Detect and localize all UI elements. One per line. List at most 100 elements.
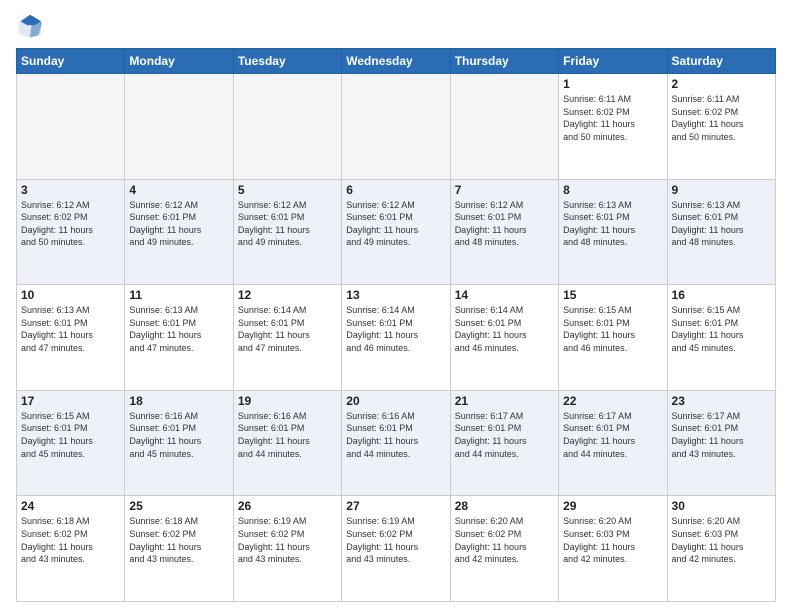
day-info: Sunrise: 6:13 AM Sunset: 6:01 PM Dayligh… xyxy=(129,304,228,354)
day-info: Sunrise: 6:15 AM Sunset: 6:01 PM Dayligh… xyxy=(563,304,662,354)
calendar-cell: 21 Sunrise: 6:17 AM Sunset: 6:01 PM Dayli… xyxy=(450,390,558,496)
day-info: Sunrise: 6:19 AM Sunset: 6:02 PM Dayligh… xyxy=(238,515,337,565)
day-number: 28 xyxy=(455,499,554,513)
day-info: Sunrise: 6:14 AM Sunset: 6:01 PM Dayligh… xyxy=(455,304,554,354)
day-info: Sunrise: 6:13 AM Sunset: 6:01 PM Dayligh… xyxy=(563,199,662,249)
calendar-cell: 26 Sunrise: 6:19 AM Sunset: 6:02 PM Dayli… xyxy=(233,496,341,602)
day-number: 27 xyxy=(346,499,445,513)
day-number: 15 xyxy=(563,288,662,302)
calendar-week-row: 10 Sunrise: 6:13 AM Sunset: 6:01 PM Dayli… xyxy=(17,285,776,391)
day-info: Sunrise: 6:17 AM Sunset: 6:01 PM Dayligh… xyxy=(672,410,771,460)
day-info: Sunrise: 6:11 AM Sunset: 6:02 PM Dayligh… xyxy=(672,93,771,143)
day-info: Sunrise: 6:20 AM Sunset: 6:03 PM Dayligh… xyxy=(563,515,662,565)
day-info: Sunrise: 6:16 AM Sunset: 6:01 PM Dayligh… xyxy=(238,410,337,460)
day-of-week-header: Sunday xyxy=(17,49,125,74)
calendar-cell: 7Sunrise: 6:12 AM Sunset: 6:01 PM Daylig… xyxy=(450,179,558,285)
day-info: Sunrise: 6:12 AM Sunset: 6:01 PM Dayligh… xyxy=(238,199,337,249)
day-number: 25 xyxy=(129,499,228,513)
day-number: 20 xyxy=(346,394,445,408)
day-number: 16 xyxy=(672,288,771,302)
day-info: Sunrise: 6:18 AM Sunset: 6:02 PM Dayligh… xyxy=(129,515,228,565)
calendar-cell xyxy=(342,74,450,180)
day-of-week-header: Friday xyxy=(559,49,667,74)
calendar-week-row: 17Sunrise: 6:15 AM Sunset: 6:01 PM Dayli… xyxy=(17,390,776,496)
calendar-cell: 8 Sunrise: 6:13 AM Sunset: 6:01 PM Daylig… xyxy=(559,179,667,285)
calendar-cell: 28 Sunrise: 6:20 AM Sunset: 6:02 PM Dayli… xyxy=(450,496,558,602)
calendar-cell xyxy=(17,74,125,180)
calendar-week-row: 1 Sunrise: 6:11 AM Sunset: 6:02 PM Daylig… xyxy=(17,74,776,180)
day-number: 3 xyxy=(21,183,120,197)
calendar-cell xyxy=(125,74,233,180)
day-number: 19 xyxy=(238,394,337,408)
day-info: Sunrise: 6:19 AM Sunset: 6:02 PM Dayligh… xyxy=(346,515,445,565)
calendar-cell: 2Sunrise: 6:11 AM Sunset: 6:02 PM Daylig… xyxy=(667,74,775,180)
calendar-cell: 23 Sunrise: 6:17 AM Sunset: 6:01 PM Dayli… xyxy=(667,390,775,496)
day-number: 8 xyxy=(563,183,662,197)
day-info: Sunrise: 6:11 AM Sunset: 6:02 PM Dayligh… xyxy=(563,93,662,143)
day-number: 9 xyxy=(672,183,771,197)
logo xyxy=(16,12,48,40)
calendar-cell: 6 Sunrise: 6:12 AM Sunset: 6:01 PM Daylig… xyxy=(342,179,450,285)
day-number: 21 xyxy=(455,394,554,408)
day-number: 4 xyxy=(129,183,228,197)
day-of-week-header: Wednesday xyxy=(342,49,450,74)
day-info: Sunrise: 6:12 AM Sunset: 6:01 PM Dayligh… xyxy=(455,199,554,249)
day-number: 22 xyxy=(563,394,662,408)
calendar-cell: 29Sunrise: 6:20 AM Sunset: 6:03 PM Dayli… xyxy=(559,496,667,602)
day-of-week-header: Saturday xyxy=(667,49,775,74)
logo-icon xyxy=(16,12,44,40)
calendar: SundayMondayTuesdayWednesdayThursdayFrid… xyxy=(16,48,776,602)
calendar-cell: 4 Sunrise: 6:12 AM Sunset: 6:01 PM Daylig… xyxy=(125,179,233,285)
day-info: Sunrise: 6:12 AM Sunset: 6:02 PM Dayligh… xyxy=(21,199,120,249)
day-number: 14 xyxy=(455,288,554,302)
calendar-cell: 30Sunrise: 6:20 AM Sunset: 6:03 PM Dayli… xyxy=(667,496,775,602)
page: SundayMondayTuesdayWednesdayThursdayFrid… xyxy=(0,0,792,612)
day-number: 18 xyxy=(129,394,228,408)
calendar-cell xyxy=(233,74,341,180)
day-number: 12 xyxy=(238,288,337,302)
calendar-cell: 14 Sunrise: 6:14 AM Sunset: 6:01 PM Dayli… xyxy=(450,285,558,391)
day-info: Sunrise: 6:15 AM Sunset: 6:01 PM Dayligh… xyxy=(21,410,120,460)
day-info: Sunrise: 6:16 AM Sunset: 6:01 PM Dayligh… xyxy=(346,410,445,460)
day-info: Sunrise: 6:15 AM Sunset: 6:01 PM Dayligh… xyxy=(672,304,771,354)
day-info: Sunrise: 6:18 AM Sunset: 6:02 PM Dayligh… xyxy=(21,515,120,565)
calendar-cell: 15 Sunrise: 6:15 AM Sunset: 6:01 PM Dayli… xyxy=(559,285,667,391)
day-number: 24 xyxy=(21,499,120,513)
day-number: 23 xyxy=(672,394,771,408)
calendar-cell: 18 Sunrise: 6:16 AM Sunset: 6:01 PM Dayli… xyxy=(125,390,233,496)
calendar-cell: 1 Sunrise: 6:11 AM Sunset: 6:02 PM Daylig… xyxy=(559,74,667,180)
day-number: 5 xyxy=(238,183,337,197)
calendar-week-row: 3 Sunrise: 6:12 AM Sunset: 6:02 PM Daylig… xyxy=(17,179,776,285)
day-of-week-header: Monday xyxy=(125,49,233,74)
calendar-cell: 17Sunrise: 6:15 AM Sunset: 6:01 PM Dayli… xyxy=(17,390,125,496)
calendar-cell: 19 Sunrise: 6:16 AM Sunset: 6:01 PM Dayli… xyxy=(233,390,341,496)
day-number: 6 xyxy=(346,183,445,197)
calendar-cell: 13Sunrise: 6:14 AM Sunset: 6:01 PM Dayli… xyxy=(342,285,450,391)
calendar-cell: 24 Sunrise: 6:18 AM Sunset: 6:02 PM Dayli… xyxy=(17,496,125,602)
day-info: Sunrise: 6:16 AM Sunset: 6:01 PM Dayligh… xyxy=(129,410,228,460)
day-number: 13 xyxy=(346,288,445,302)
day-number: 26 xyxy=(238,499,337,513)
day-info: Sunrise: 6:20 AM Sunset: 6:03 PM Dayligh… xyxy=(672,515,771,565)
calendar-header-row: SundayMondayTuesdayWednesdayThursdayFrid… xyxy=(17,49,776,74)
day-info: Sunrise: 6:12 AM Sunset: 6:01 PM Dayligh… xyxy=(129,199,228,249)
day-info: Sunrise: 6:12 AM Sunset: 6:01 PM Dayligh… xyxy=(346,199,445,249)
day-info: Sunrise: 6:13 AM Sunset: 6:01 PM Dayligh… xyxy=(21,304,120,354)
calendar-cell: 16 Sunrise: 6:15 AM Sunset: 6:01 PM Dayli… xyxy=(667,285,775,391)
day-number: 1 xyxy=(563,77,662,91)
day-info: Sunrise: 6:20 AM Sunset: 6:02 PM Dayligh… xyxy=(455,515,554,565)
day-info: Sunrise: 6:17 AM Sunset: 6:01 PM Dayligh… xyxy=(455,410,554,460)
calendar-cell: 9Sunrise: 6:13 AM Sunset: 6:01 PM Daylig… xyxy=(667,179,775,285)
calendar-cell: 20 Sunrise: 6:16 AM Sunset: 6:01 PM Dayli… xyxy=(342,390,450,496)
calendar-cell: 22Sunrise: 6:17 AM Sunset: 6:01 PM Dayli… xyxy=(559,390,667,496)
calendar-cell: 27 Sunrise: 6:19 AM Sunset: 6:02 PM Dayli… xyxy=(342,496,450,602)
calendar-cell: 11 Sunrise: 6:13 AM Sunset: 6:01 PM Dayli… xyxy=(125,285,233,391)
calendar-cell: 10 Sunrise: 6:13 AM Sunset: 6:01 PM Dayli… xyxy=(17,285,125,391)
calendar-cell xyxy=(450,74,558,180)
calendar-week-row: 24 Sunrise: 6:18 AM Sunset: 6:02 PM Dayli… xyxy=(17,496,776,602)
day-number: 11 xyxy=(129,288,228,302)
day-number: 10 xyxy=(21,288,120,302)
day-info: Sunrise: 6:14 AM Sunset: 6:01 PM Dayligh… xyxy=(238,304,337,354)
calendar-cell: 5 Sunrise: 6:12 AM Sunset: 6:01 PM Daylig… xyxy=(233,179,341,285)
day-of-week-header: Tuesday xyxy=(233,49,341,74)
